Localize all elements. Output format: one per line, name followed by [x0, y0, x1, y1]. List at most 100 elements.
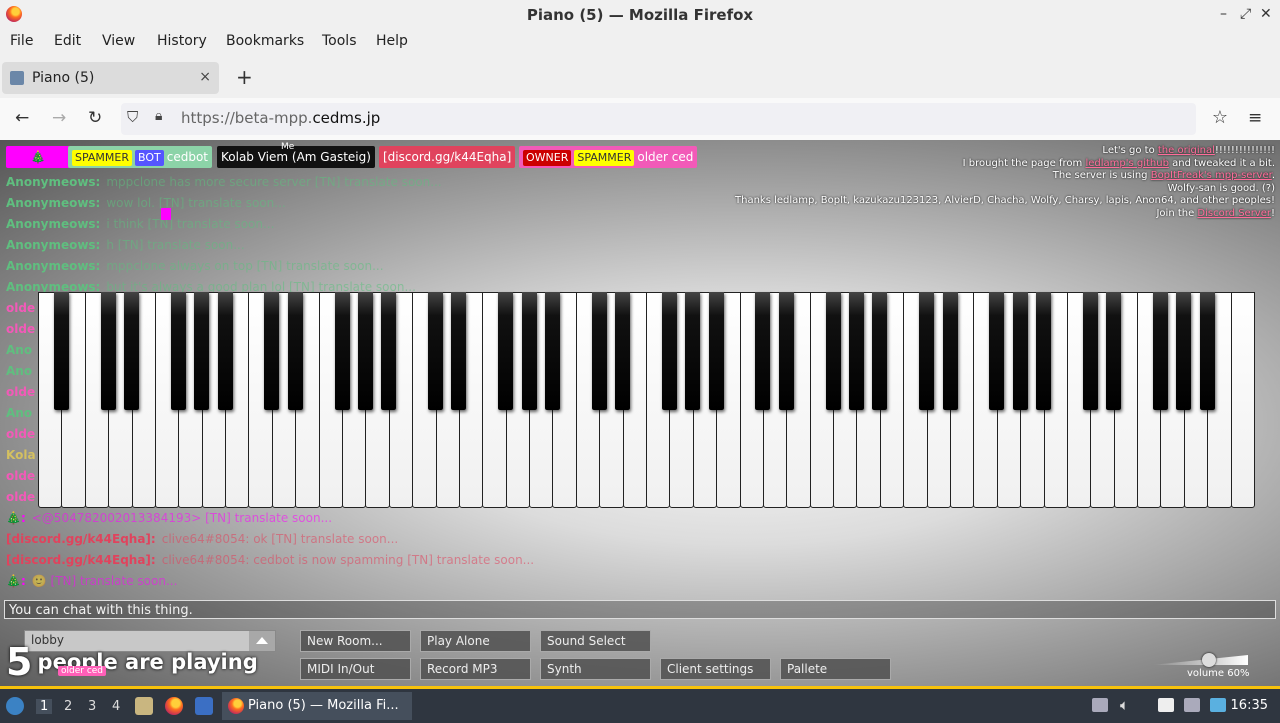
chat-author: olde — [6, 490, 36, 504]
black-key[interactable] — [615, 292, 631, 410]
black-key[interactable] — [872, 292, 888, 410]
record-mp3-button[interactable]: Record MP3 — [420, 658, 531, 680]
network-icon[interactable] — [1210, 698, 1226, 712]
black-key[interactable] — [708, 292, 724, 410]
black-key[interactable] — [661, 292, 677, 410]
user-older-ced[interactable]: OWNER SPAMMER older ced — [519, 146, 698, 168]
start-menu-icon[interactable] — [6, 697, 24, 715]
bookmark-star-icon[interactable]: ☆ — [1212, 107, 1228, 128]
menu-edit[interactable]: Edit — [54, 33, 81, 49]
workspace-3[interactable]: 3 — [88, 699, 96, 714]
github-link[interactable]: ledlamp's github — [1085, 158, 1168, 169]
white-key[interactable] — [1230, 292, 1255, 508]
reload-icon[interactable]: ↻ — [88, 108, 102, 128]
black-key[interactable] — [1152, 292, 1168, 410]
sound-select-button[interactable]: Sound Select — [540, 630, 651, 652]
midi-button[interactable]: MIDI In/Out — [300, 658, 411, 680]
piano-keyboard[interactable] — [38, 292, 1255, 510]
lock-icon[interactable]: 🔒︎ — [155, 108, 162, 124]
user-cedbot[interactable]: SPAMMER BOT cedbot — [68, 146, 213, 168]
workspace-4[interactable]: 4 — [112, 699, 120, 714]
volume-label: volume 60% — [1187, 668, 1250, 679]
file-manager-icon[interactable] — [135, 697, 153, 715]
user-discord[interactable]: [discord.gg/k44Eqha] — [379, 146, 516, 168]
black-key[interactable] — [217, 292, 233, 410]
original-link[interactable]: the original — [1158, 145, 1215, 156]
volume-tray-icon[interactable]: 🔈︎ — [1120, 696, 1129, 714]
firefox-launcher-icon[interactable] — [165, 697, 183, 715]
display-icon[interactable] — [1184, 698, 1200, 712]
desktop-icon[interactable] — [195, 697, 213, 715]
black-key[interactable] — [1082, 292, 1098, 410]
menu-view[interactable]: View — [102, 33, 135, 49]
clipboard-icon[interactable] — [1158, 698, 1174, 712]
play-alone-button[interactable]: Play Alone — [420, 630, 531, 652]
black-key[interactable] — [591, 292, 607, 410]
black-key[interactable] — [428, 292, 444, 410]
black-key[interactable] — [334, 292, 350, 410]
tab-piano[interactable]: Piano (5) × — [2, 62, 219, 94]
black-key[interactable] — [498, 292, 514, 410]
menu-bookmarks[interactable]: Bookmarks — [226, 33, 304, 49]
black-key[interactable] — [357, 292, 373, 410]
black-key[interactable] — [381, 292, 397, 410]
tab-close-icon[interactable]: × — [199, 69, 211, 85]
taskbar-window-firefox[interactable]: Piano (5) — Mozilla Fi... — [222, 692, 412, 720]
client-settings-button[interactable]: Client settings — [660, 658, 771, 680]
discord-link[interactable]: Discord Server — [1197, 208, 1271, 219]
black-key[interactable] — [264, 292, 280, 410]
black-key[interactable] — [989, 292, 1005, 410]
black-key[interactable] — [100, 292, 116, 410]
back-icon[interactable]: ← — [15, 108, 29, 128]
black-key[interactable] — [124, 292, 140, 410]
workspace-1[interactable]: 1 — [36, 699, 53, 714]
black-key[interactable] — [1176, 292, 1192, 410]
menu-history[interactable]: History — [157, 33, 207, 49]
black-key[interactable] — [685, 292, 701, 410]
synth-button[interactable]: Synth — [540, 658, 651, 680]
black-key[interactable] — [1199, 292, 1215, 410]
new-tab-button[interactable]: + — [236, 65, 253, 89]
user-name: [discord.gg/k44Eqha] — [383, 150, 512, 164]
user-kolab[interactable]: Kolab Viem (Am Gasteig) Me — [217, 142, 375, 168]
pallete-button[interactable]: Pallete — [780, 658, 891, 680]
chat-message: Kola — [6, 445, 42, 465]
menu-help[interactable]: Help — [376, 33, 408, 49]
black-key[interactable] — [53, 292, 69, 410]
black-key[interactable] — [521, 292, 537, 410]
black-key[interactable] — [1012, 292, 1028, 410]
forward-icon[interactable]: → — [52, 108, 66, 128]
shield-icon[interactable]: ⛉ — [127, 108, 138, 126]
maximize-button[interactable]: ⤢ — [1240, 6, 1251, 22]
black-key[interactable] — [848, 292, 864, 410]
new-room-button[interactable]: New Room... — [300, 630, 411, 652]
chat-message: Anonymeows: i think [TN] translate soon..… — [6, 214, 274, 234]
black-key[interactable] — [755, 292, 771, 410]
black-key[interactable] — [170, 292, 186, 410]
black-key[interactable] — [451, 292, 467, 410]
hamburger-menu-icon[interactable]: ≡ — [1248, 108, 1262, 128]
black-key[interactable] — [1106, 292, 1122, 410]
black-key[interactable] — [942, 292, 958, 410]
volume-track[interactable] — [1152, 655, 1248, 665]
url-bar[interactable]: ⛉ 🔒︎ https://beta-mpp.cedms.jp ☆ — [121, 103, 1228, 135]
black-key[interactable] — [287, 292, 303, 410]
black-key[interactable] — [919, 292, 935, 410]
workspace-2[interactable]: 2 — [64, 699, 72, 714]
volume-slider[interactable]: volume 60% — [1150, 645, 1250, 685]
black-key[interactable] — [194, 292, 210, 410]
tray-updates-icon[interactable] — [1092, 698, 1108, 712]
black-key[interactable] — [544, 292, 560, 410]
chat-text: i think [TN] translate soon... — [106, 217, 275, 231]
minimize-button[interactable]: – — [1220, 6, 1227, 22]
server-link[interactable]: BopItFreak's mpp-server — [1151, 170, 1272, 181]
menu-tools[interactable]: Tools — [322, 33, 357, 49]
menu-file[interactable]: File — [10, 33, 33, 49]
black-key[interactable] — [825, 292, 841, 410]
close-window-button[interactable]: ✕ — [1260, 6, 1272, 22]
chat-input[interactable]: You can chat with this thing. — [4, 600, 1276, 619]
black-key[interactable] — [1036, 292, 1052, 410]
black-key[interactable] — [778, 292, 794, 410]
user-tree[interactable]: 🎄 — [6, 146, 70, 168]
volume-knob[interactable] — [1201, 653, 1216, 667]
